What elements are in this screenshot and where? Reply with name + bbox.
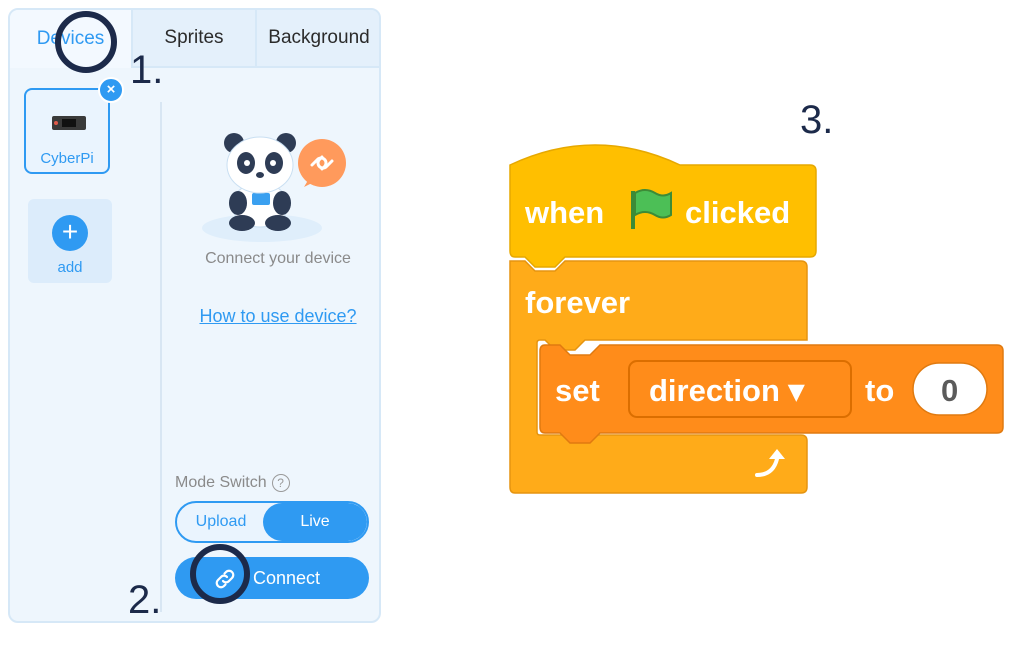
connect-button-label: Connect	[253, 568, 321, 588]
add-device-button[interactable]: + add	[28, 199, 112, 283]
set-text: set	[555, 373, 600, 408]
step-number-2: 2.	[128, 578, 162, 622]
live-mode-button[interactable]: Live	[263, 503, 367, 541]
tab-background[interactable]: Background	[257, 10, 379, 68]
help-icon[interactable]: ?	[271, 474, 290, 492]
step-number-1: 1.	[130, 48, 164, 92]
panda-disconnected-illustration	[202, 133, 346, 242]
when-text: when	[524, 195, 604, 230]
set-direction-block[interactable]: set direction ▾ to 0	[539, 344, 1004, 444]
cyberpi-device-icon	[52, 116, 86, 130]
device-card-cyberpi[interactable]: CyberPi	[24, 88, 110, 174]
device-panel: Devices Sprites Background CyberPi × + a…	[8, 8, 381, 623]
value-input-text: 0	[941, 373, 958, 408]
annotation-circle-devices-tab	[55, 11, 117, 73]
clicked-text: clicked	[685, 195, 790, 230]
when-flag-clicked-block[interactable]: when clicked	[509, 144, 817, 268]
upload-mode-button[interactable]: Upload	[177, 503, 265, 541]
how-to-use-device-link[interactable]: How to use device?	[165, 306, 379, 327]
to-text: to	[865, 373, 894, 408]
forever-text: forever	[525, 285, 630, 320]
remove-device-close-icon[interactable]: ×	[98, 77, 124, 103]
mode-switch-label: Mode Switch?	[175, 474, 290, 492]
annotation-circle-connect-icon	[190, 544, 250, 604]
mode-switch-text: Mode Switch	[175, 474, 267, 492]
panel-divider	[160, 102, 162, 612]
mode-toggle: Upload Live	[175, 501, 369, 543]
code-blocks: when clicked forever set direction ▾ to …	[509, 144, 1004, 494]
device-card-label: CyberPi	[40, 150, 94, 167]
direction-dropdown-text: direction ▾	[649, 373, 806, 408]
add-device-label: add	[57, 259, 83, 276]
connect-device-prompt: Connect your device	[205, 250, 351, 267]
plus-icon: +	[52, 215, 88, 251]
